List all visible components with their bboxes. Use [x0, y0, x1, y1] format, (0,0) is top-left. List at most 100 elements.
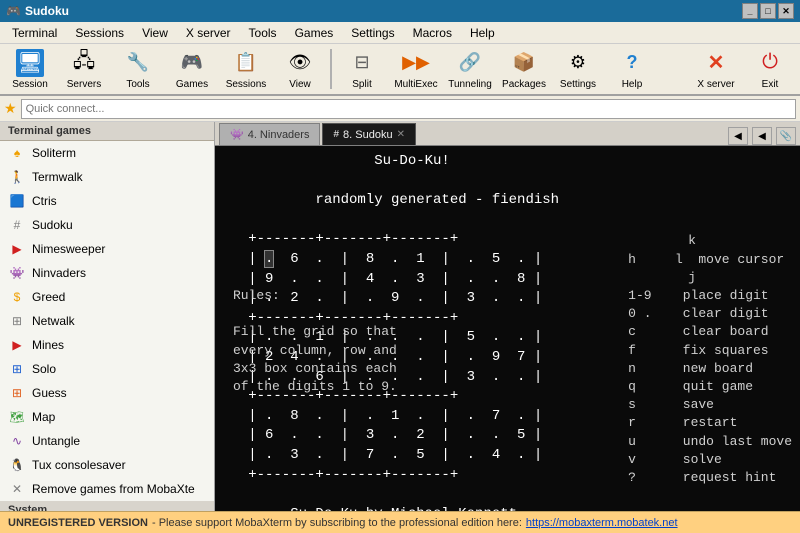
status-prefix: UNREGISTERED VERSION — [8, 517, 148, 529]
greed-label: Greed — [32, 290, 65, 304]
menu-xserver[interactable]: X server — [178, 24, 239, 42]
sudoku-label: Sudoku — [32, 218, 73, 232]
maximize-button[interactable]: □ — [760, 3, 776, 19]
help-button[interactable]: ? Help — [606, 45, 658, 93]
sidebar-item-untangle[interactable]: ∿ Untangle — [0, 429, 214, 453]
tools-label: Tools — [126, 79, 149, 90]
netwalk-label: Netwalk — [32, 314, 75, 328]
tunneling-button[interactable]: 🔗 Tunneling — [444, 45, 496, 93]
menu-macros[interactable]: Macros — [405, 24, 460, 42]
nimesweeper-label: Nimesweeper — [32, 242, 105, 256]
tab-attach[interactable]: 📎 — [776, 127, 796, 145]
tab-sudoku[interactable]: # 8. Sudoku ✕ — [322, 123, 416, 145]
tab-scroll-left[interactable]: ◀ — [728, 127, 748, 145]
tab-ninvaders[interactable]: 👾 4. Ninvaders — [219, 123, 320, 145]
packages-button[interactable]: 📦 Packages — [498, 45, 550, 93]
games-label: Games — [176, 79, 208, 90]
split-label: Split — [352, 79, 371, 90]
status-message: - Please support MobaXterm by subscribin… — [152, 517, 522, 529]
sidebar-item-ninvaders[interactable]: 👾 Ninvaders — [0, 261, 214, 285]
netwalk-icon: ⊞ — [8, 312, 26, 330]
terminal[interactable]: Su-Do-Ku! randomly generated - fiendish … — [215, 146, 800, 511]
terminal-overlay: Rules: Fill the grid so thatevery column… — [233, 214, 792, 505]
sidebar-item-remove-games[interactable]: ✕ Remove games from MobaXte — [0, 477, 214, 501]
session-button[interactable]: 🖥 Session — [4, 45, 56, 93]
ninvaders-tab-icon: 👾 — [230, 128, 244, 141]
rules-header: Rules: — [233, 288, 280, 303]
sidebar-item-guess[interactable]: ⊞ Guess — [0, 381, 214, 405]
sidebar-item-tux[interactable]: 🐧 Tux consolesaver — [0, 453, 214, 477]
map-label: Map — [32, 410, 55, 424]
servers-button[interactable]: 🖧 Servers — [58, 45, 110, 93]
guess-icon: ⊞ — [8, 384, 26, 402]
map-icon: 🗺 — [8, 408, 26, 426]
star-icon: ★ — [4, 100, 17, 117]
sudoku-tab-label: 8. Sudoku — [343, 129, 393, 141]
sessions2-label: Sessions — [226, 79, 267, 90]
sidebar-item-sudoku[interactable]: # Sudoku — [0, 213, 214, 237]
view-button[interactable]: 👁 View — [274, 45, 326, 93]
xserver-right-icon: ✕ — [702, 49, 730, 77]
sidebar-item-solo[interactable]: ⊞ Solo — [0, 357, 214, 381]
untangle-label: Untangle — [32, 434, 80, 448]
content-area: 👾 4. Ninvaders # 8. Sudoku ✕ ◀ ◀ 📎 Su-Do… — [215, 122, 800, 511]
title-controls: _ □ ✕ — [742, 3, 794, 19]
quick-connect-input[interactable] — [21, 99, 796, 119]
tools-button[interactable]: 🔧 Tools — [112, 45, 164, 93]
sidebar-item-soliterm[interactable]: ♠ Soliterm — [0, 141, 214, 165]
settings-button[interactable]: ⚙ Settings — [552, 45, 604, 93]
sessions2-icon: 📋 — [232, 49, 260, 77]
multiexec-icon: ▶▶ — [402, 49, 430, 77]
mines-icon: ▶ — [8, 336, 26, 354]
remove-games-label: Remove games from MobaXte — [32, 482, 195, 496]
menu-sessions[interactable]: Sessions — [67, 24, 132, 42]
xserver-right-label: X server — [697, 79, 734, 90]
split-button[interactable]: ⊟ Split — [336, 45, 388, 93]
session-icon: 🖥 — [16, 49, 44, 77]
ninvaders-label: Ninvaders — [32, 266, 86, 280]
soliterm-label: Soliterm — [32, 146, 76, 160]
tunneling-label: Tunneling — [448, 79, 492, 90]
sidebar-item-greed[interactable]: $ Greed — [0, 285, 214, 309]
app-icon: 🎮 — [6, 4, 21, 18]
tux-label: Tux consolesaver — [32, 458, 126, 472]
exit-button[interactable]: ⏻ Exit — [744, 45, 796, 93]
view-icon: 👁 — [286, 49, 314, 77]
ninvaders-tab-label: 4. Ninvaders — [248, 129, 310, 141]
help-panel: k h l move cursor j 1-9 place digit 0 . … — [628, 214, 792, 505]
untangle-icon: ∿ — [8, 432, 26, 450]
sudoku-tab-close[interactable]: ✕ — [397, 129, 405, 140]
menu-settings[interactable]: Settings — [343, 24, 402, 42]
sidebar-item-termwalk[interactable]: 🚶 Termwalk — [0, 165, 214, 189]
split-icon: ⊟ — [348, 49, 376, 77]
sidebar-item-map[interactable]: 🗺 Map — [0, 405, 214, 429]
title-bar-left: 🎮 Sudoku — [6, 4, 69, 18]
sidebar-item-nimesweeper[interactable]: ▶ Nimesweeper — [0, 237, 214, 261]
close-button[interactable]: ✕ — [778, 3, 794, 19]
tabs-right-controls: ◀ ◀ 📎 — [728, 127, 796, 145]
menu-help[interactable]: Help — [462, 24, 503, 42]
minimize-button[interactable]: _ — [742, 3, 758, 19]
session-label: Session — [12, 79, 48, 90]
mines-label: Mines — [32, 338, 64, 352]
guess-label: Guess — [32, 386, 67, 400]
menu-terminal[interactable]: Terminal — [4, 24, 65, 42]
tunneling-icon: 🔗 — [456, 49, 484, 77]
multiexec-button[interactable]: ▶▶ MultiExec — [390, 45, 442, 93]
sidebar-item-netwalk[interactable]: ⊞ Netwalk — [0, 309, 214, 333]
tabs-bar: 👾 4. Ninvaders # 8. Sudoku ✕ ◀ ◀ 📎 — [215, 122, 800, 146]
games-button[interactable]: 🎮 Games — [166, 45, 218, 93]
rules-panel: Rules: Fill the grid so thatevery column… — [233, 214, 448, 505]
menu-view[interactable]: View — [134, 24, 176, 42]
sidebar-item-mines[interactable]: ▶ Mines — [0, 333, 214, 357]
menu-games[interactable]: Games — [287, 24, 342, 42]
sudoku-tab-icon: # — [333, 129, 339, 140]
tab-scroll-right[interactable]: ◀ — [752, 127, 772, 145]
tux-icon: 🐧 — [8, 456, 26, 474]
menu-tools[interactable]: Tools — [241, 24, 285, 42]
sidebar-section-system: System — [0, 501, 214, 511]
status-link[interactable]: https://mobaxterm.mobatek.net — [526, 517, 678, 529]
sidebar-item-ctris[interactable]: 🟦 Ctris — [0, 189, 214, 213]
sessions2-button[interactable]: 📋 Sessions — [220, 45, 272, 93]
xserver-right-button[interactable]: ✕ X server — [690, 45, 742, 93]
